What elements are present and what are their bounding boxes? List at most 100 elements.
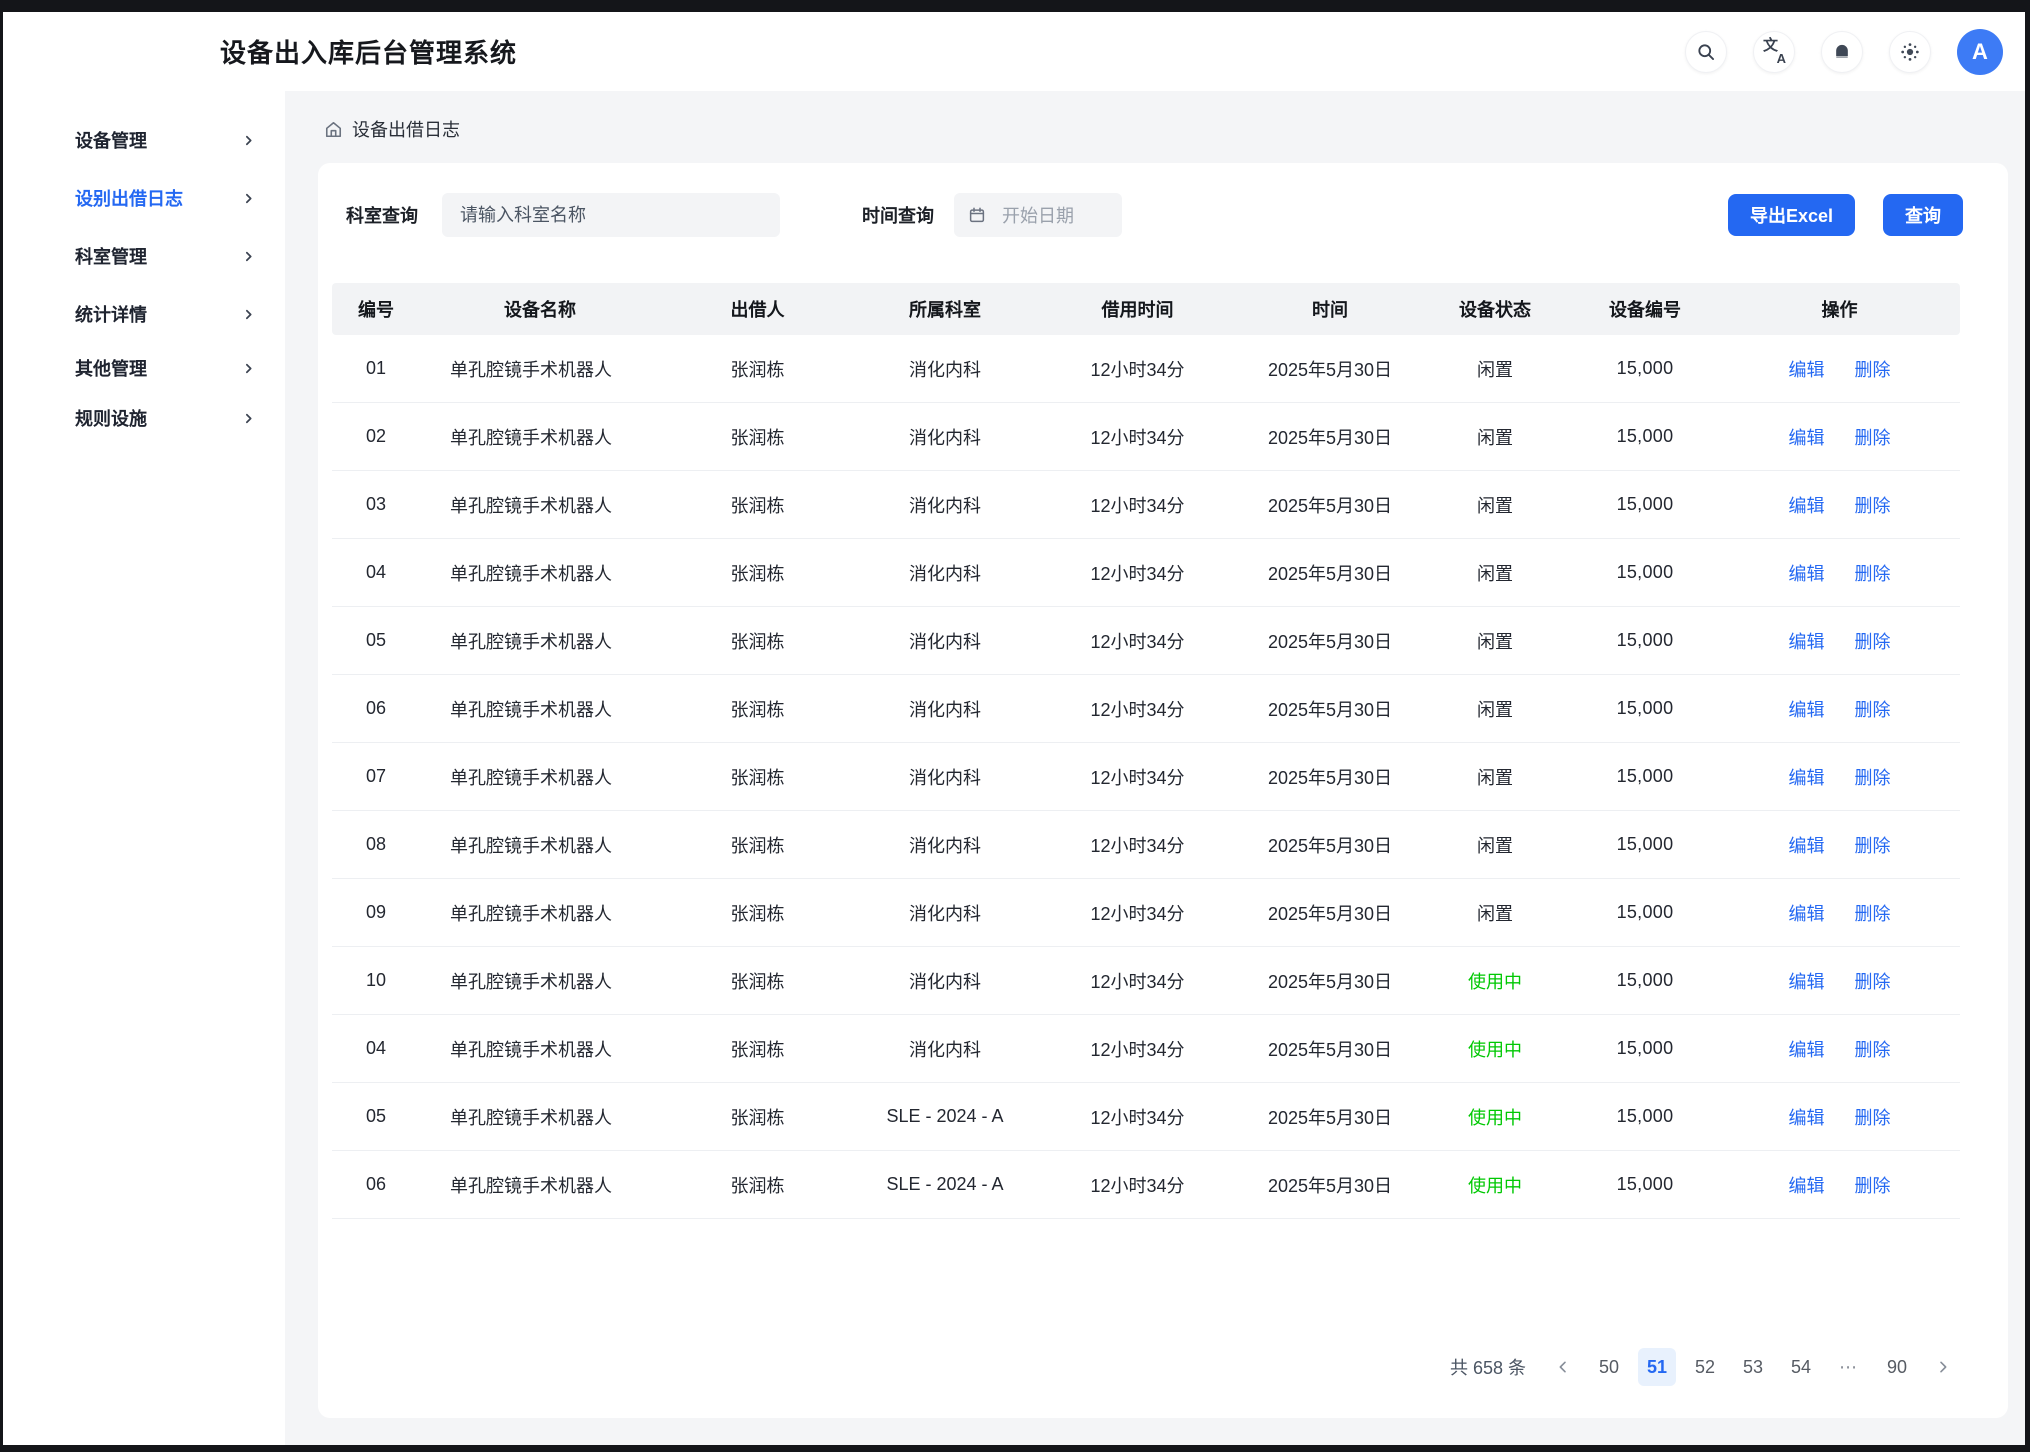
delete-link[interactable]: 删除 [1855,1036,1891,1062]
cell-borrow-duration: 12小时34分 [1035,1104,1240,1130]
delete-link[interactable]: 删除 [1855,424,1891,450]
sidebar-item-3[interactable]: 统计详情 [3,285,285,343]
chevron-right-icon [242,362,255,375]
row-actions: 编辑 删除 [1720,764,1959,790]
start-date-picker[interactable]: 开始日期 [954,193,1122,237]
delete-link[interactable]: 删除 [1855,696,1891,722]
cell-department: 消化内科 [855,900,1035,926]
sidebar-item-2[interactable]: 科室管理 [3,227,285,285]
export-excel-button[interactable]: 导出Excel [1728,194,1855,236]
column-header: 设备名称 [420,296,660,322]
delete-link[interactable]: 删除 [1855,356,1891,382]
page-number-51[interactable]: 51 [1638,1348,1676,1386]
edit-link[interactable]: 编辑 [1789,424,1825,450]
table-row: 01单孔腔镜手术机器人张润栋消化内科12小时34分2025年5月30日闲置15,… [332,335,1960,403]
cell-borrow-duration: 12小时34分 [1035,560,1240,586]
brightness-icon[interactable] [1889,31,1931,73]
edit-link[interactable]: 编辑 [1789,492,1825,518]
avatar[interactable]: A [1957,29,2003,75]
search-icon[interactable] [1685,31,1727,73]
status-badge: 使用中 [1420,968,1570,994]
delete-link[interactable]: 删除 [1855,560,1891,586]
header-actions: 文 A A [1685,29,2003,75]
delete-link[interactable]: 删除 [1855,764,1891,790]
cell-borrow-duration: 12小时34分 [1035,900,1240,926]
notification-icon[interactable] [1821,31,1863,73]
cell-borrower: 张润栋 [660,696,855,722]
page-number-50[interactable]: 50 [1590,1348,1628,1386]
calendar-icon [968,206,986,224]
query-button[interactable]: 查询 [1883,194,1963,236]
cell-borrow-duration: 12小时34分 [1035,696,1240,722]
edit-link[interactable]: 编辑 [1789,356,1825,382]
cell-device-name: 单孔腔镜手术机器人 [420,832,660,858]
cell-id: 06 [332,698,420,719]
cell-id: 05 [332,1106,420,1127]
cell-id: 07 [332,766,420,787]
column-header: 操作 [1720,296,1959,322]
status-badge: 闲置 [1420,424,1570,450]
table-row: 10单孔腔镜手术机器人张润栋消化内科12小时34分2025年5月30日使用中15… [332,947,1960,1015]
delete-link[interactable]: 删除 [1855,832,1891,858]
edit-link[interactable]: 编辑 [1789,696,1825,722]
delete-link[interactable]: 删除 [1855,968,1891,994]
edit-link[interactable]: 编辑 [1789,1104,1825,1130]
cell-borrower: 张润栋 [660,356,855,382]
sidebar-item-5[interactable]: 规则设施 [3,393,285,443]
edit-link[interactable]: 编辑 [1789,764,1825,790]
cell-department: 消化内科 [855,424,1035,450]
time-query-label: 时间查询 [862,202,934,228]
edit-link[interactable]: 编辑 [1789,900,1825,926]
sidebar: 设备管理设别出借日志科室管理统计详情其他管理规则设施 [3,91,285,1445]
row-actions: 编辑 删除 [1720,560,1959,586]
cell-borrower: 张润栋 [660,628,855,654]
cell-id: 06 [332,1174,420,1195]
cell-device-name: 单孔腔镜手术机器人 [420,628,660,654]
edit-link[interactable]: 编辑 [1789,1036,1825,1062]
page-number-54[interactable]: 54 [1782,1348,1820,1386]
table-row: 05单孔腔镜手术机器人张润栋SLE - 2024 - A12小时34分2025年… [332,1083,1960,1151]
cell-device-name: 单孔腔镜手术机器人 [420,492,660,518]
breadcrumb[interactable]: 设备出借日志 [324,117,2008,141]
cell-device-name: 单孔腔镜手术机器人 [420,1036,660,1062]
row-actions: 编辑 删除 [1720,968,1959,994]
cell-department: 消化内科 [855,628,1035,654]
cell-device-name: 单孔腔镜手术机器人 [420,424,660,450]
cell-device-number: 15,000 [1570,902,1720,923]
filter-bar: 科室查询 时间查询 开始日期 导出Excel 查询 [318,163,2008,237]
dept-search-input[interactable] [442,193,780,237]
row-actions: 编辑 删除 [1720,832,1959,858]
next-page-icon[interactable] [1926,1348,1960,1386]
page-number-52[interactable]: 52 [1686,1348,1724,1386]
row-actions: 编辑 删除 [1720,492,1959,518]
edit-link[interactable]: 编辑 [1789,832,1825,858]
sidebar-item-1[interactable]: 设别出借日志 [3,169,285,227]
cell-borrow-duration: 12小时34分 [1035,1036,1240,1062]
delete-link[interactable]: 删除 [1855,1104,1891,1130]
delete-link[interactable]: 删除 [1855,900,1891,926]
page-number-90[interactable]: 90 [1878,1348,1916,1386]
delete-link[interactable]: 删除 [1855,1172,1891,1198]
translate-icon[interactable]: 文 A [1753,31,1795,73]
edit-link[interactable]: 编辑 [1789,560,1825,586]
edit-link[interactable]: 编辑 [1789,1172,1825,1198]
cell-date: 2025年5月30日 [1240,1104,1420,1130]
edit-link[interactable]: 编辑 [1789,628,1825,654]
prev-page-icon[interactable] [1546,1348,1580,1386]
delete-link[interactable]: 删除 [1855,628,1891,654]
page-number-53[interactable]: 53 [1734,1348,1772,1386]
sidebar-item-0[interactable]: 设备管理 [3,111,285,169]
home-icon [324,120,343,139]
delete-link[interactable]: 删除 [1855,492,1891,518]
edit-link[interactable]: 编辑 [1789,968,1825,994]
cell-date: 2025年5月30日 [1240,1172,1420,1198]
cell-device-name: 单孔腔镜手术机器人 [420,968,660,994]
cell-date: 2025年5月30日 [1240,560,1420,586]
sidebar-item-4[interactable]: 其他管理 [3,343,285,393]
cell-device-number: 15,000 [1570,1106,1720,1127]
cell-borrow-duration: 12小时34分 [1035,764,1240,790]
cell-id: 04 [332,562,420,583]
table-row: 07单孔腔镜手术机器人张润栋消化内科12小时34分2025年5月30日闲置15,… [332,743,1960,811]
page-ellipsis[interactable]: ⋯ [1830,1348,1868,1386]
cell-department: 消化内科 [855,832,1035,858]
